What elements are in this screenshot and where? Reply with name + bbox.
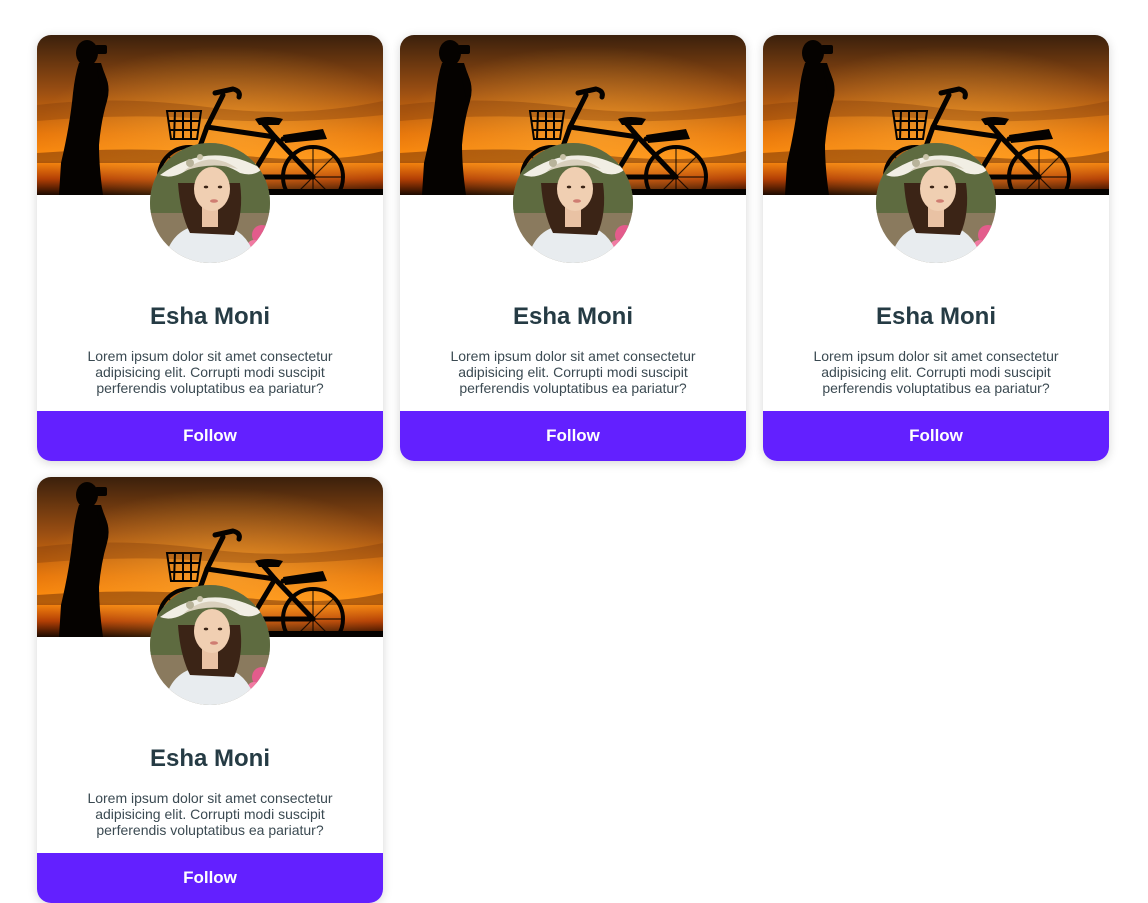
follow-button[interactable]: Follow: [37, 853, 383, 903]
profile-card: Esha Moni Lorem ipsum dolor sit amet con…: [400, 35, 746, 461]
profile-description: Lorem ipsum dolor sit amet consectetur a…: [450, 348, 696, 396]
profile-description: Lorem ipsum dolor sit amet consectetur a…: [813, 348, 1059, 396]
profile-card: Esha Moni Lorem ipsum dolor sit amet con…: [763, 35, 1109, 461]
follow-button[interactable]: Follow: [763, 411, 1109, 461]
avatar: [513, 143, 633, 263]
avatar: [150, 585, 270, 705]
avatar: [876, 143, 996, 263]
profile-name: Esha Moni: [149, 745, 270, 772]
profile-name: Esha Moni: [875, 303, 996, 330]
profile-card: Esha Moni Lorem ipsum dolor sit amet con…: [37, 477, 383, 903]
avatar: [150, 143, 270, 263]
profile-card: Esha Moni Lorem ipsum dolor sit amet con…: [37, 35, 383, 461]
profile-name: Esha Moni: [512, 303, 633, 330]
profile-name: Esha Moni: [149, 303, 270, 330]
profile-description: Lorem ipsum dolor sit amet consectetur a…: [87, 348, 333, 396]
follow-button[interactable]: Follow: [37, 411, 383, 461]
card-grid: Esha Moni Lorem ipsum dolor sit amet con…: [37, 35, 1109, 903]
follow-button[interactable]: Follow: [400, 411, 746, 461]
profile-description: Lorem ipsum dolor sit amet consectetur a…: [87, 790, 333, 838]
